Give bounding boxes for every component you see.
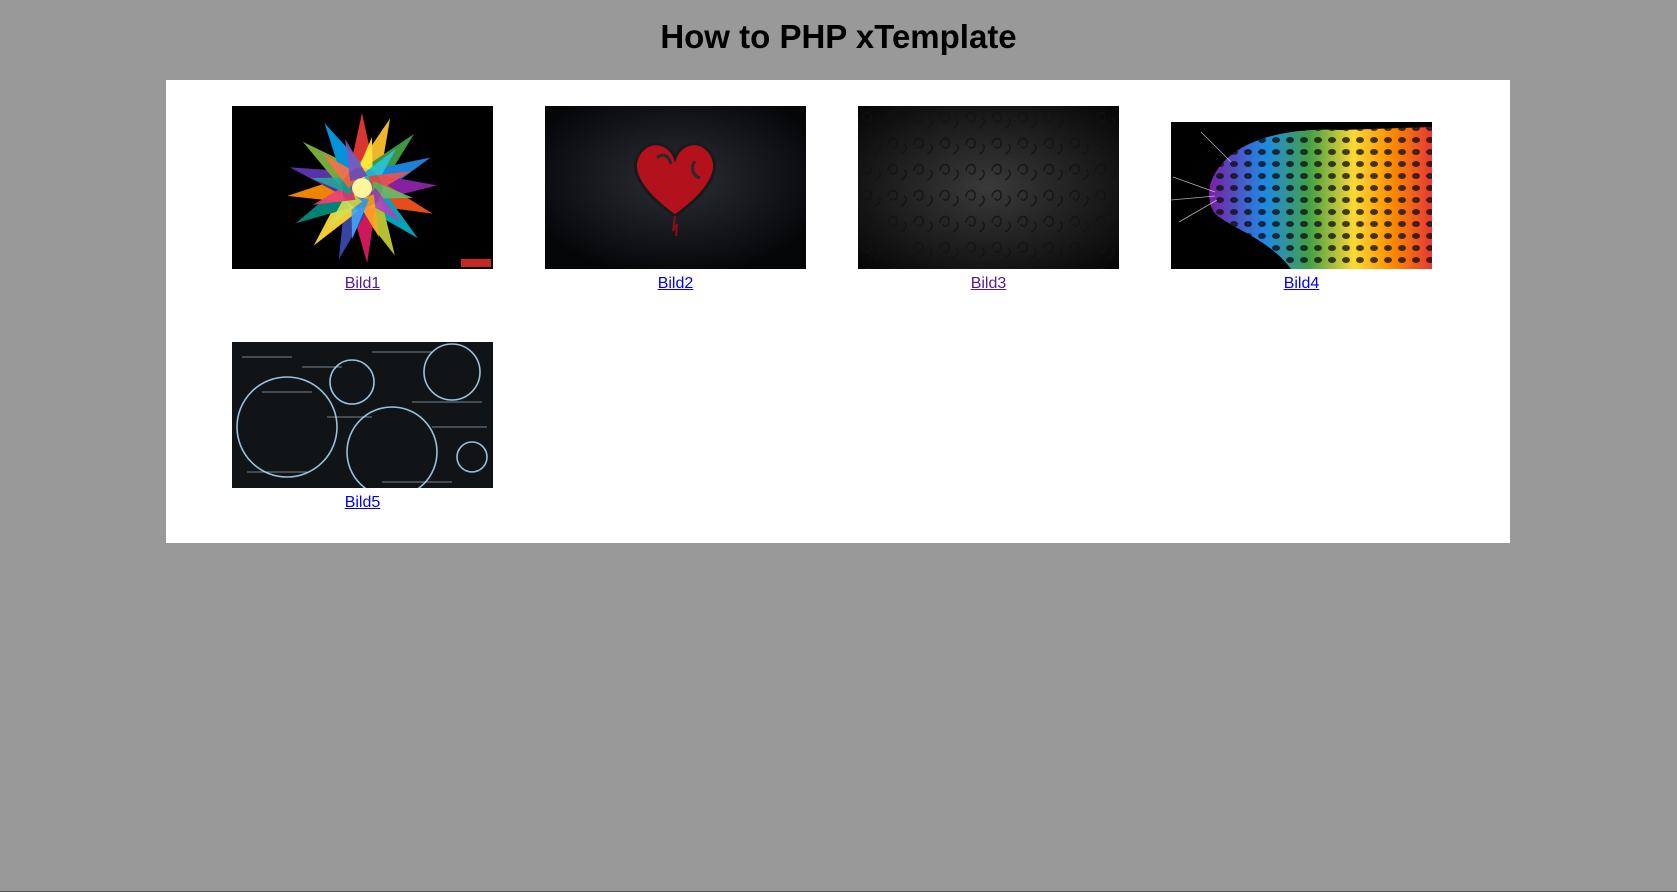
image-link-1[interactable]: Bild1	[345, 275, 381, 293]
image-link-3[interactable]: Bild3	[971, 275, 1007, 293]
gallery-panel: Bild1 Bild2 Bild3 Bild4 Bild5	[166, 80, 1510, 543]
thumbnail-image-5[interactable]	[232, 342, 493, 488]
page-title: How to PHP xTemplate	[660, 18, 1017, 55]
image-link-4[interactable]: Bild4	[1284, 275, 1320, 293]
thumbnail-image-3[interactable]	[858, 106, 1119, 269]
gallery-tile: Bild5	[232, 342, 493, 512]
thumbnail-image-1[interactable]	[232, 106, 493, 269]
thumbnail-image-2[interactable]	[545, 106, 806, 269]
image-link-2[interactable]: Bild2	[658, 275, 694, 293]
gallery-tile: Bild2	[545, 106, 806, 293]
image-link-5[interactable]: Bild5	[345, 494, 381, 512]
thumbnail-image-4[interactable]	[1171, 122, 1432, 269]
gallery-tile: Bild3	[858, 106, 1119, 293]
gallery-tile: Bild4	[1171, 122, 1432, 293]
gallery-tile: Bild1	[232, 106, 493, 293]
